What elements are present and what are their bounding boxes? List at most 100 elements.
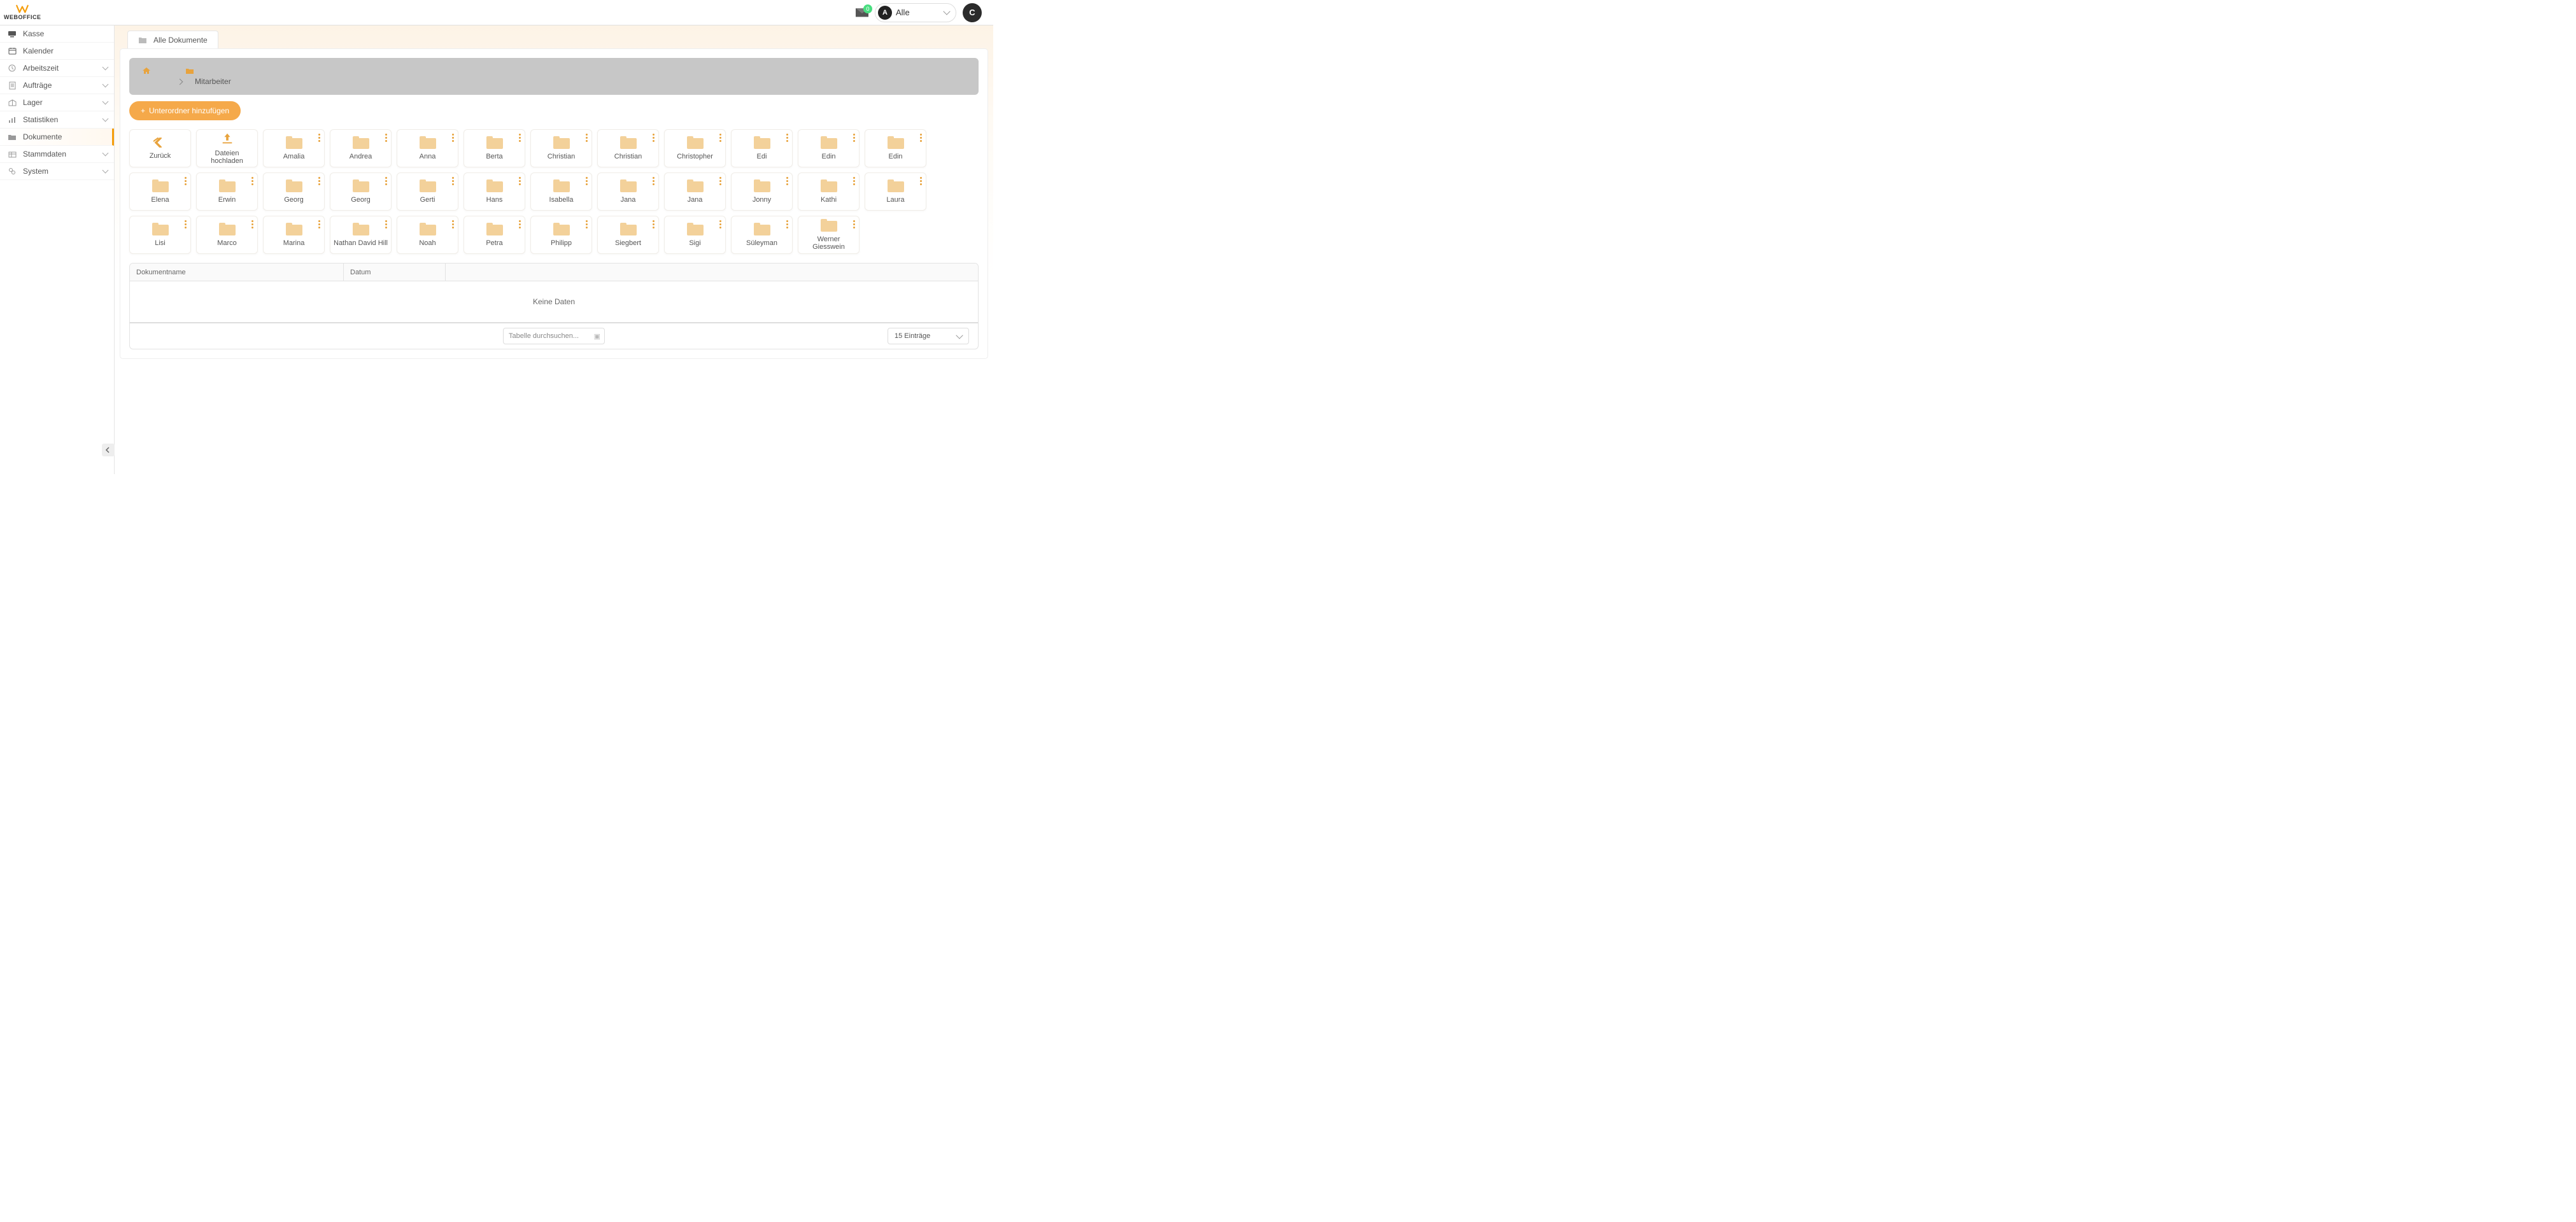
- sidebar-item-statistiken[interactable]: Statistiken: [0, 111, 114, 129]
- folder-tile[interactable]: Georg: [263, 172, 325, 211]
- tile-menu-button[interactable]: [853, 177, 855, 185]
- tile-menu-button[interactable]: [519, 134, 521, 142]
- folder-tile[interactable]: Philipp: [530, 216, 592, 254]
- tile-menu-button[interactable]: [786, 177, 788, 185]
- column-datum[interactable]: Datum: [344, 263, 446, 281]
- tile-menu-button[interactable]: [185, 177, 187, 185]
- tile-menu-button[interactable]: [318, 134, 320, 142]
- tile-menu-button[interactable]: [586, 220, 588, 228]
- sidebar-item-kalender[interactable]: Kalender: [0, 43, 114, 60]
- tile-menu-button[interactable]: [786, 220, 788, 228]
- tile-menu-button[interactable]: [519, 177, 521, 185]
- folder-tile[interactable]: Andrea: [330, 129, 392, 167]
- folder-tile[interactable]: Hans: [464, 172, 525, 211]
- folder-tile[interactable]: Georg: [330, 172, 392, 211]
- tile-menu-button[interactable]: [586, 134, 588, 142]
- folder-tile[interactable]: Edin: [865, 129, 926, 167]
- folder-tile[interactable]: Noah: [397, 216, 458, 254]
- folder-icon: [754, 223, 770, 235]
- breadcrumb-current[interactable]: Mitarbeiter: [195, 77, 231, 86]
- brand-logo[interactable]: WEBOFFICE: [4, 4, 41, 20]
- folder-tile[interactable]: Christian: [530, 129, 592, 167]
- folder-tile[interactable]: Laura: [865, 172, 926, 211]
- folder-tile[interactable]: Edi: [731, 129, 793, 167]
- sidebar-collapse-button[interactable]: [102, 444, 115, 456]
- folder-icon: [420, 136, 436, 149]
- tile-menu-button[interactable]: [251, 220, 253, 228]
- folder-tile[interactable]: Petra: [464, 216, 525, 254]
- breadcrumb-folder-icon: [185, 67, 194, 74]
- folder-tile[interactable]: Werner Giesswein: [798, 216, 860, 254]
- folder-tile[interactable]: Sigi: [664, 216, 726, 254]
- tile-menu-button[interactable]: [452, 220, 454, 228]
- tile-menu-button[interactable]: [519, 220, 521, 228]
- sidebar-item-arbeitszeit[interactable]: Arbeitszeit: [0, 60, 114, 77]
- folder-tile[interactable]: Nathan David Hill: [330, 216, 392, 254]
- tile-upload[interactable]: Dateien hochladen: [196, 129, 258, 167]
- tile-menu-button[interactable]: [318, 177, 320, 185]
- tile-menu-button[interactable]: [653, 220, 655, 228]
- folder-tile[interactable]: Jana: [664, 172, 726, 211]
- add-subfolder-button[interactable]: + Unterordner hinzufügen: [129, 101, 241, 120]
- folder-tile[interactable]: Lisi: [129, 216, 191, 254]
- folder-tile[interactable]: Kathi: [798, 172, 860, 211]
- scope-filter-select[interactable]: A Alle: [875, 3, 956, 22]
- notifications-button[interactable]: 0: [856, 8, 868, 17]
- folder-tile[interactable]: Jonny: [731, 172, 793, 211]
- folder-icon: [754, 136, 770, 149]
- folder-tile[interactable]: Edin: [798, 129, 860, 167]
- folder-tile[interactable]: Süleyman: [731, 216, 793, 254]
- tile-menu-button[interactable]: [251, 177, 253, 185]
- clear-icon[interactable]: ▣: [594, 332, 600, 341]
- sidebar-item-lager[interactable]: Lager: [0, 94, 114, 111]
- folder-tile[interactable]: Amalia: [263, 129, 325, 167]
- tile-menu-button[interactable]: [452, 177, 454, 185]
- table-search-input[interactable]: Tabelle durchsuchen... ▣: [503, 328, 605, 344]
- tab-all-documents[interactable]: Alle Dokumente: [127, 31, 218, 48]
- tile-menu-button[interactable]: [719, 134, 721, 142]
- folder-tile[interactable]: Gerti: [397, 172, 458, 211]
- tile-menu-button[interactable]: [719, 177, 721, 185]
- tile-menu-button[interactable]: [452, 134, 454, 142]
- folder-tile[interactable]: Jana: [597, 172, 659, 211]
- folder-tile[interactable]: Elena: [129, 172, 191, 211]
- tile-menu-button[interactable]: [385, 220, 387, 228]
- sidebar-item-aufträge[interactable]: Aufträge: [0, 77, 114, 94]
- folder-tile[interactable]: Berta: [464, 129, 525, 167]
- tile-menu-button[interactable]: [185, 220, 187, 228]
- folder-tile[interactable]: Siegbert: [597, 216, 659, 254]
- tile-menu-button[interactable]: [586, 177, 588, 185]
- folder-tile[interactable]: Marina: [263, 216, 325, 254]
- entries-per-page-select[interactable]: 15 Einträge: [888, 328, 969, 344]
- breadcrumb-home[interactable]: [142, 67, 151, 74]
- search-placeholder: Tabelle durchsuchen...: [509, 332, 579, 340]
- user-avatar[interactable]: C: [963, 3, 982, 22]
- tile-menu-button[interactable]: [385, 134, 387, 142]
- sidebar-item-dokumente[interactable]: Dokumente: [0, 129, 114, 146]
- folder-icon: [888, 179, 904, 192]
- folder-tile[interactable]: Erwin: [196, 172, 258, 211]
- tile-menu-button[interactable]: [318, 220, 320, 228]
- folder-tile[interactable]: Marco: [196, 216, 258, 254]
- column-dokumentname[interactable]: Dokumentname: [130, 263, 344, 281]
- folder-tile[interactable]: Isabella: [530, 172, 592, 211]
- tile-menu-button[interactable]: [653, 134, 655, 142]
- tile-menu-button[interactable]: [920, 134, 922, 142]
- tile-menu-button[interactable]: [786, 134, 788, 142]
- sidebar-item-system[interactable]: System: [0, 163, 114, 180]
- folder-tile[interactable]: Anna: [397, 129, 458, 167]
- tile-menu-button[interactable]: [853, 220, 855, 228]
- tile-menu-button[interactable]: [385, 177, 387, 185]
- folder-icon: [219, 223, 236, 235]
- folder-tile[interactable]: Christian: [597, 129, 659, 167]
- sidebar-item-stammdaten[interactable]: Stammdaten: [0, 146, 114, 163]
- tile-menu-button[interactable]: [653, 177, 655, 185]
- tile-back[interactable]: Zurück: [129, 129, 191, 167]
- folder-tile[interactable]: Christopher: [664, 129, 726, 167]
- tile-menu-button[interactable]: [920, 177, 922, 185]
- tile-menu-button[interactable]: [853, 134, 855, 142]
- tile-menu-button[interactable]: [719, 220, 721, 228]
- back-icon: [153, 137, 167, 148]
- folder-icon: [687, 223, 704, 235]
- sidebar-item-kasse[interactable]: Kasse: [0, 25, 114, 43]
